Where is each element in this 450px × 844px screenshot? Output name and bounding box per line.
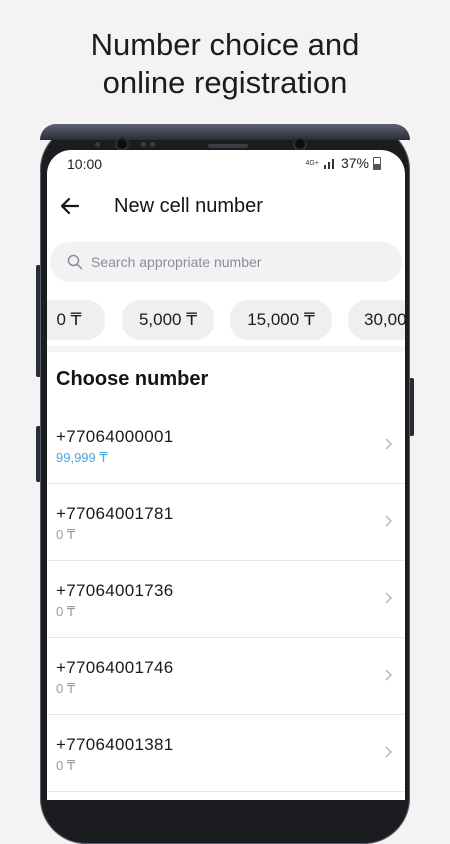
phone-sensor — [141, 142, 146, 147]
phone-number: +77064000001 — [56, 427, 174, 446]
chevron-right-icon — [385, 669, 393, 681]
price-chip[interactable]: 30,00 — [348, 300, 405, 340]
phone-number: +77064001746 — [56, 658, 174, 677]
number-row[interactable]: +77064001381 0 ₸ — [47, 715, 405, 792]
price-chip[interactable]: 5,000 ₸ — [122, 300, 214, 340]
phone-front-camera — [117, 139, 127, 149]
phone-sensor — [95, 142, 100, 147]
phone-number: +77064001736 — [56, 581, 174, 600]
price-filter-chips: 0 ₸ 5,000 ₸ 15,000 ₸ 30,00 — [47, 300, 405, 340]
number-row[interactable]: +77064001736 0 ₸ — [47, 561, 405, 638]
app-screen: 10:00 4G+ 37% New cell number 0 ₸ 5,000 … — [47, 150, 405, 800]
battery-percent: 37% — [340, 155, 369, 171]
network-type: 4G+ — [305, 159, 319, 167]
status-indicators: 4G+ 37% — [306, 155, 381, 171]
signal-icon — [323, 159, 334, 169]
number-price: 99,999 ₸ — [56, 450, 108, 465]
arrow-left-icon[interactable] — [57, 193, 83, 219]
price-chip[interactable]: 15,000 ₸ — [230, 300, 332, 340]
phone-speaker — [208, 144, 248, 148]
promo-headline: Number choice and online registration — [0, 26, 450, 102]
phone-number: +77064001781 — [56, 504, 174, 523]
number-price: 0 ₸ — [56, 527, 76, 542]
number-price: 0 ₸ — [56, 681, 76, 696]
status-bar: 10:00 4G+ 37% — [47, 150, 405, 176]
number-row[interactable]: +77064001746 0 ₸ — [47, 638, 405, 715]
phone-iris-camera — [295, 139, 305, 149]
section-title: Choose number — [56, 368, 209, 390]
phone-number: +77064001381 — [56, 735, 174, 754]
price-chip[interactable]: 0 ₸ — [47, 300, 105, 340]
chevron-right-icon — [385, 438, 393, 450]
chevron-right-icon — [385, 515, 393, 527]
section-divider — [47, 346, 405, 352]
status-time: 10:00 — [67, 156, 103, 172]
battery-icon — [373, 156, 381, 170]
search-input[interactable] — [89, 253, 383, 271]
chevron-right-icon — [385, 746, 393, 758]
number-row[interactable]: +77064000001 99,999 ₸ — [47, 407, 405, 484]
number-price: 0 ₸ — [56, 758, 76, 773]
number-list: +77064000001 99,999 ₸ +77064001781 0 ₸ +… — [47, 407, 405, 792]
search-bar[interactable] — [50, 242, 402, 282]
search-icon — [67, 254, 83, 270]
number-price: 0 ₸ — [56, 604, 76, 619]
number-row[interactable]: +77064001781 0 ₸ — [47, 484, 405, 561]
app-bar: New cell number — [47, 186, 405, 226]
phone-sensor — [150, 142, 155, 147]
chevron-right-icon — [385, 592, 393, 604]
headline-line-1: Number choice and — [90, 27, 360, 62]
headline-line-2: online registration — [102, 65, 348, 100]
page-title: New cell number — [114, 195, 263, 217]
